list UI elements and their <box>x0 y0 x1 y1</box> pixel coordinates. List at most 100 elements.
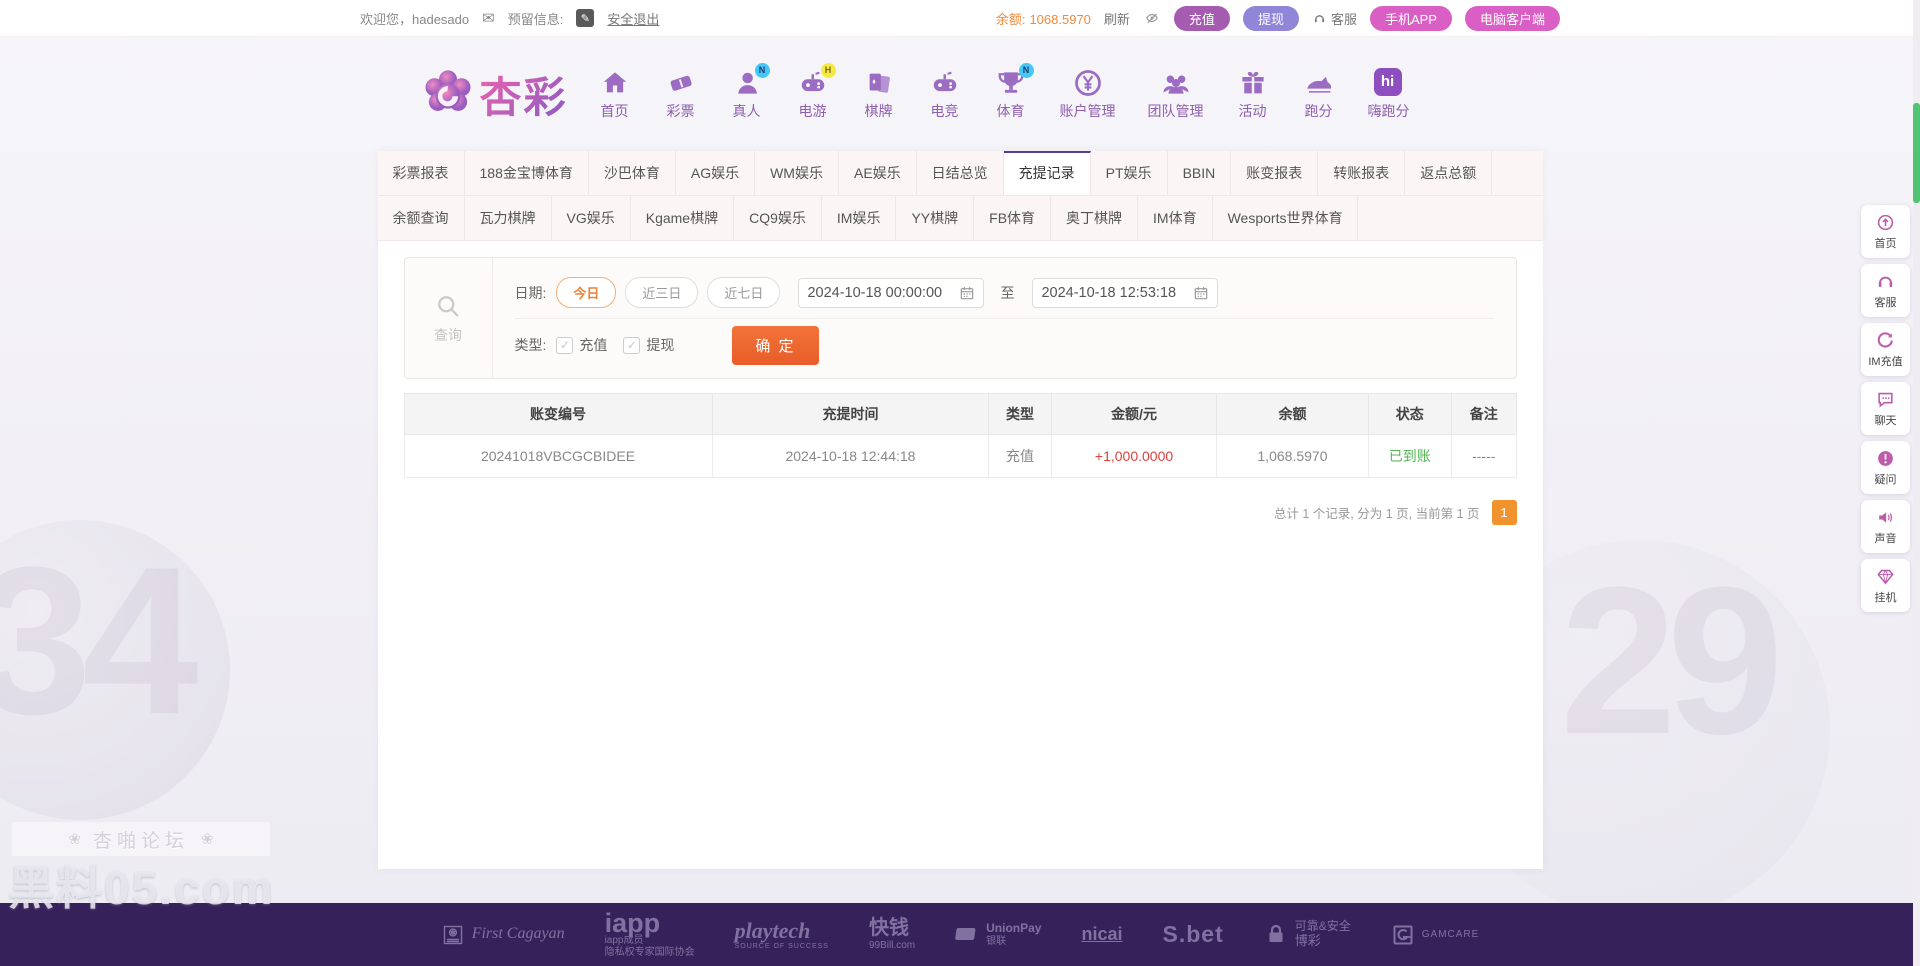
tab-账变报表[interactable]: 账变报表 <box>1231 151 1319 195</box>
deposit-button[interactable]: 充值 <box>1173 5 1230 31</box>
sidebar-button-label: 首页 <box>1874 237 1897 250</box>
tab-AG娱乐[interactable]: AG娱乐 <box>676 151 756 195</box>
quick-date-近七日[interactable]: 近七日 <box>707 277 781 308</box>
tab-转账报表[interactable]: 转账报表 <box>1318 151 1406 195</box>
page-scrollbar[interactable] <box>1913 0 1920 966</box>
tab-日结总览[interactable]: 日结总览 <box>917 151 1004 195</box>
quick-date-group: 今日 近三日 近七日 <box>556 277 781 308</box>
nav-item-chess[interactable]: 棋牌 <box>862 68 896 121</box>
logout-link[interactable]: 安全退出 <box>607 9 659 28</box>
tab-AE娱乐[interactable]: AE娱乐 <box>839 151 917 195</box>
quick-date-今日[interactable]: 今日 <box>556 277 617 308</box>
tab-YY棋牌[interactable]: YY棋牌 <box>896 196 975 240</box>
home-icon <box>600 68 630 98</box>
nav-item-esports[interactable]: 电竞 <box>928 68 962 121</box>
checkbox-icon[interactable]: ✓ <box>623 336 641 354</box>
date-to-input[interactable]: 2024-10-18 12:53:18 <box>1032 277 1219 308</box>
sidebar-button-疑问[interactable]: 疑问 <box>1861 441 1910 494</box>
tab-余额查询[interactable]: 余额查询 <box>378 196 465 240</box>
tab-沙巴体育[interactable]: 沙巴体育 <box>589 151 676 195</box>
footer-logo-subtext: 博彩 <box>1294 932 1321 948</box>
footer-logo-text: nicai <box>1081 924 1123 945</box>
eye-off-icon[interactable] <box>1143 11 1161 25</box>
checkbox-label: 充值 <box>579 337 608 353</box>
tab-WM娱乐[interactable]: WM娱乐 <box>755 151 839 195</box>
type-checkbox-充值[interactable]: ✓ 充值 <box>556 335 607 355</box>
edit-icon[interactable]: ✎ <box>576 9 595 27</box>
nav-item-sports[interactable]: N 体育 <box>994 62 1034 121</box>
sidebar-button-首页[interactable]: 首页 <box>1861 205 1910 258</box>
tab-IM体育[interactable]: IM体育 <box>1138 196 1213 240</box>
team-icon <box>1161 68 1191 98</box>
customer-service-link[interactable]: 客服 <box>1312 9 1357 28</box>
nav-item-team[interactable]: 团队管理 <box>1148 68 1204 121</box>
logo-flower-icon <box>421 67 475 121</box>
tab-FB体育[interactable]: FB体育 <box>974 196 1052 240</box>
calendar-icon[interactable] <box>959 285 975 301</box>
flower-mark-icon: ❀ <box>68 831 81 848</box>
footer-logo-secure: 可靠&安全 博彩 <box>1264 919 1351 949</box>
headset-icon <box>1876 272 1895 291</box>
scrollbar-thumb[interactable] <box>1913 103 1920 203</box>
column-header-状态: 状态 <box>1367 393 1452 435</box>
arrowup-icon <box>1876 213 1895 232</box>
cards-icon <box>864 68 894 98</box>
date-from-input[interactable]: 2024-10-18 00:00:00 <box>798 277 985 308</box>
gem-icon <box>1876 567 1895 586</box>
nav-item-account[interactable]: 账户管理 <box>1060 68 1116 121</box>
message-icon[interactable]: ✉ <box>482 9 495 27</box>
tab-CQ9娱乐[interactable]: CQ9娱乐 <box>734 196 822 240</box>
tab-VG娱乐[interactable]: VG娱乐 <box>552 196 631 240</box>
tab-188金宝博体育[interactable]: 188金宝博体育 <box>465 151 589 195</box>
calendar-icon[interactable] <box>1193 285 1209 301</box>
stamp-icon <box>441 923 465 947</box>
sidebar-button-IM充值[interactable]: IM充值 <box>1861 323 1910 376</box>
footer-logo-playtech: playtech SOURCE OF SUCCESS <box>735 918 829 951</box>
nav-label: 电游 <box>798 102 827 119</box>
checkbox-icon[interactable]: ✓ <box>556 336 574 354</box>
tab-IM娱乐[interactable]: IM娱乐 <box>822 196 897 240</box>
tab-奥丁棋牌[interactable]: 奥丁棋牌 <box>1051 196 1139 240</box>
quick-date-近三日[interactable]: 近三日 <box>625 277 699 308</box>
confirm-button[interactable]: 确 定 <box>732 325 819 365</box>
tab-瓦力棋牌[interactable]: 瓦力棋牌 <box>465 196 552 240</box>
tab-返点总额[interactable]: 返点总额 <box>1405 151 1493 195</box>
balance-display: 余额: 1068.5970 <box>996 9 1091 28</box>
pc-client-button[interactable]: 电脑客户端 <box>1464 5 1560 31</box>
footer-logo-sbet: S.bet <box>1163 921 1224 947</box>
sidebar-button-声音[interactable]: 声音 <box>1861 500 1910 553</box>
footer-logo-subtext: 银联 <box>986 935 1007 947</box>
footer-logo-gamcare: GAMCARE <box>1391 923 1480 947</box>
nav-item-live[interactable]: N 真人 <box>730 62 770 121</box>
tab-Wesports世界体育[interactable]: Wesports世界体育 <box>1213 196 1359 240</box>
nav-item-egames[interactable]: H 电游 <box>796 62 836 121</box>
sidebar-button-挂机[interactable]: 挂机 <box>1861 559 1910 612</box>
nav-item-promo[interactable]: 活动 <box>1236 68 1270 121</box>
page-1-button[interactable]: 1 <box>1491 500 1517 525</box>
sidebar-button-聊天[interactable]: 聊天 <box>1861 382 1910 435</box>
mobile-app-button[interactable]: 手机APP <box>1369 5 1452 31</box>
tab-BBIN[interactable]: BBIN <box>1168 151 1232 195</box>
sidebar-button-客服[interactable]: 客服 <box>1861 264 1910 317</box>
tab-PT娱乐[interactable]: PT娱乐 <box>1091 151 1168 195</box>
column-header-备注: 备注 <box>1450 393 1517 435</box>
tab-充提记录[interactable]: 充提记录 <box>1003 151 1091 195</box>
site-logo[interactable]: 杏彩 <box>421 64 568 125</box>
tab-彩票报表[interactable]: 彩票报表 <box>378 151 465 195</box>
pagination-summary: 总计 1 个记录, 分为 1 页, 当前第 1 页 <box>1273 507 1480 521</box>
refresh-link[interactable]: 刷新 <box>1104 9 1130 28</box>
gamepad-icon <box>930 68 960 98</box>
nav-item-lottery[interactable]: 彩票 <box>664 68 698 121</box>
withdraw-button[interactable]: 提现 <box>1242 5 1299 31</box>
card-icon <box>955 922 979 946</box>
date-to-value: 2024-10-18 12:53:18 <box>1041 284 1177 301</box>
badge-h: H <box>820 62 836 78</box>
cell-remark: ----- <box>1450 434 1517 478</box>
cell-type: 充值 <box>988 434 1052 478</box>
type-checkbox-提现[interactable]: ✓ 提现 <box>623 335 674 355</box>
nav-item-home[interactable]: 首页 <box>598 68 632 121</box>
pagination: 总计 1 个记录, 分为 1 页, 当前第 1 页 1 <box>404 500 1517 525</box>
nav-item-hipaofen[interactable]: hi 嗨跑分 <box>1368 67 1410 121</box>
nav-item-paofen[interactable]: 跑分 <box>1302 68 1336 121</box>
tab-Kgame棋牌[interactable]: Kgame棋牌 <box>631 196 735 240</box>
